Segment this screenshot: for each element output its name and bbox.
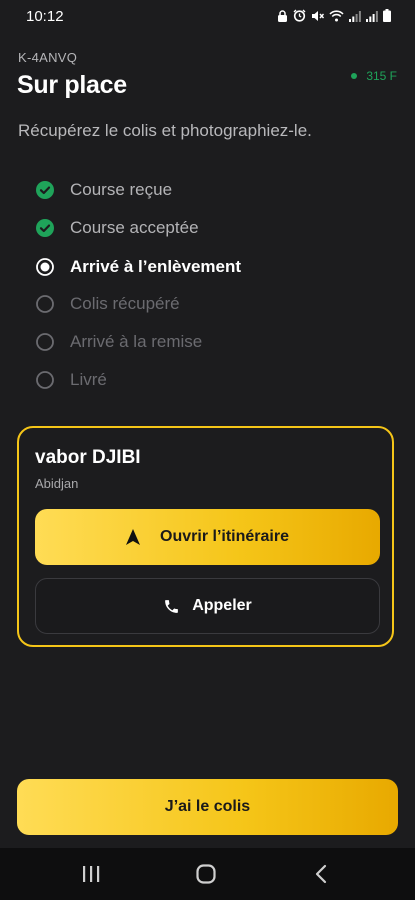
- radio-empty-icon: [36, 333, 54, 351]
- radio-empty-icon: [36, 371, 54, 389]
- radio-empty-icon: [36, 295, 54, 313]
- customer-city: Abidjan: [35, 476, 79, 491]
- recent-apps-icon[interactable]: [78, 862, 104, 886]
- radio-selected-icon: [36, 258, 54, 276]
- mute-icon: [311, 9, 325, 27]
- order-id: K-4ANVQ: [18, 50, 78, 65]
- signal-icon-1: [349, 9, 361, 27]
- step-arrive-remise: Arrivé à la remise: [36, 330, 202, 354]
- earning-amount: 315 F: [366, 69, 397, 83]
- status-dot-icon: [351, 73, 358, 79]
- wifi-icon: [329, 9, 344, 27]
- step-livre: Livré: [36, 368, 107, 392]
- status-icons: [277, 9, 391, 27]
- phone-icon: [165, 599, 179, 613]
- customer-card: vabor DJIBI Abidjan Ouvrir l’itinéraire …: [17, 426, 394, 647]
- step-label: Course reçue: [70, 180, 173, 199]
- step-arrive-enlevement: Arrivé à l’enlèvement: [36, 255, 241, 279]
- step-label: Colis récupéré: [70, 294, 180, 313]
- step-course-recue: Course reçue: [36, 178, 172, 202]
- step-label: Livré: [70, 370, 107, 389]
- open-route-button[interactable]: Ouvrir l’itinéraire: [35, 509, 380, 565]
- signal-icon-2: [366, 9, 378, 27]
- back-icon[interactable]: [309, 862, 335, 886]
- step-label: Arrivé à la remise: [70, 332, 203, 351]
- customer-name: vabor DJIBI: [35, 447, 141, 468]
- call-label: Appeler: [192, 597, 252, 614]
- step-label: Course acceptée: [70, 218, 199, 237]
- step-colis-recupere: Colis récupéré: [36, 292, 180, 316]
- status-time: 10:12: [26, 8, 64, 25]
- home-icon[interactable]: [193, 862, 219, 886]
- lock-icon: [277, 9, 288, 27]
- battery-icon: [383, 9, 391, 27]
- step-course-acceptee: Course acceptée: [36, 216, 199, 240]
- check-circle-icon: [36, 219, 54, 237]
- navigation-arrow-icon: [126, 529, 141, 545]
- status-bar: 10:12: [0, 0, 415, 32]
- call-button[interactable]: Appeler: [35, 578, 380, 634]
- step-label: Arrivé à l’enlèvement: [70, 257, 242, 276]
- system-nav-bar: [0, 848, 415, 900]
- check-circle-icon: [36, 181, 54, 199]
- page-title: Sur place: [17, 71, 127, 99]
- instruction-text: Récupérez le colis et photographiez-le.: [18, 121, 312, 140]
- have-package-button[interactable]: J’ai le colis: [17, 779, 398, 835]
- earning-badge: 315 F: [351, 69, 397, 83]
- alarm-icon: [293, 9, 306, 27]
- have-package-label: J’ai le colis: [164, 798, 251, 815]
- open-route-label: Ouvrir l’itinéraire: [160, 528, 289, 545]
